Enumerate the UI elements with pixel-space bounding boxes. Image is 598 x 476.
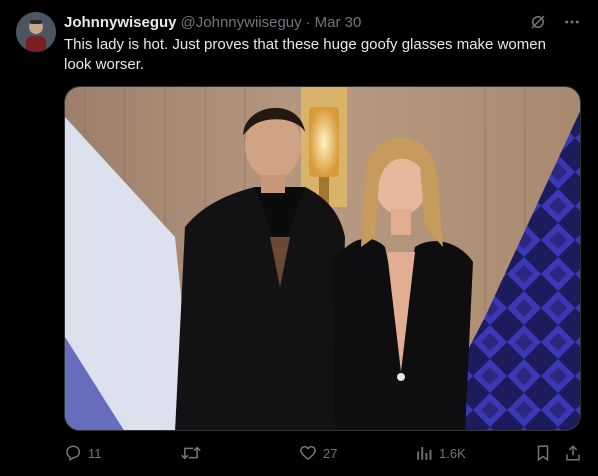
tweet[interactable]: Johnnywiseguy @Johnnywiiseguy · Mar 30 T… [0, 0, 598, 476]
views-count: 1.6K [439, 445, 466, 461]
share-icon [566, 445, 580, 461]
bookmark-icon [537, 445, 549, 462]
views-icon [417, 447, 432, 460]
tweet-text: This lady is hot. Just proves that these… [64, 36, 546, 73]
retweet-icon [181, 446, 201, 460]
display-name[interactable]: Johnnywiseguy [64, 14, 177, 31]
user-handle[interactable]: @Johnnywiiseguy [181, 14, 302, 31]
reply-icon [66, 445, 81, 462]
like-count: 27 [323, 445, 338, 461]
photo-image [65, 87, 580, 430]
views-button[interactable]: 1.6K [415, 444, 466, 462]
retweet-button[interactable] [181, 444, 207, 462]
action-bar: 11 27 1.6K [64, 444, 582, 464]
more-icon[interactable] [562, 12, 582, 32]
tweet-photo[interactable] [64, 86, 581, 431]
grok-icon[interactable] [528, 12, 548, 32]
separator-dot: · [305, 13, 311, 31]
avatar-image [16, 12, 56, 52]
like-icon [300, 445, 316, 460]
bookmark-button[interactable] [534, 444, 552, 462]
reply-button[interactable]: 11 [64, 444, 102, 462]
header-icons [528, 12, 582, 32]
like-button[interactable]: 27 [299, 444, 337, 462]
share-button[interactable] [564, 444, 582, 462]
tweet-date[interactable]: Mar 30 [315, 14, 362, 31]
tweet-header: Johnnywiseguy @Johnnywiiseguy · Mar 30 [64, 12, 361, 32]
reply-count: 11 [88, 445, 102, 461]
avatar[interactable] [16, 12, 56, 52]
